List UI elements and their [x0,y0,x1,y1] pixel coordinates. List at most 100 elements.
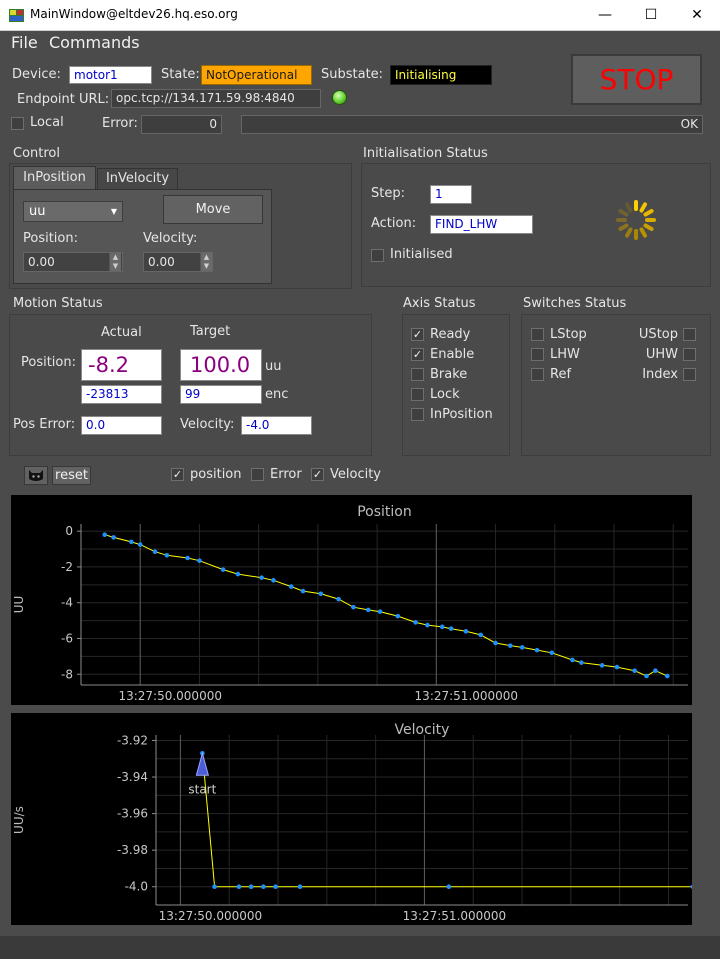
chart-pos-point [493,640,498,646]
chart-pos-ytick-label: -2 [61,560,73,574]
chart-pos-point [632,668,638,673]
local-checkbox[interactable] [11,117,24,130]
menu-file[interactable]: File [11,33,38,52]
move-button[interactable]: Move [163,195,263,224]
position-plot-checkbox[interactable]: ✓ [171,468,184,481]
menu-commands[interactable]: Commands [49,33,140,52]
pos-error-label: Pos Error: [13,417,76,432]
chart-vel-title: Velocity [395,722,450,738]
chart-pos-point [644,673,649,679]
endpoint-field[interactable]: opc.tcp://134.171.59.98:4840 [111,89,321,108]
position-spinbox[interactable]: 0.00 [23,252,123,272]
connection-led-icon [332,90,347,105]
unit-select[interactable]: uu ▼ [23,201,123,222]
step-label: Step: [371,186,405,201]
maximize-button[interactable]: ☐ [628,0,674,31]
chart-pos-point [664,673,670,679]
chart-pos-point [653,668,658,673]
chart-vel-point [273,884,278,890]
switch-checkbox-lhw [531,348,544,361]
actual-header: Actual [101,325,142,340]
chart-pos-title: Position [357,504,412,520]
error-code-field: 0 [141,115,222,134]
busy-spinner-icon [616,200,656,240]
tab-inposition[interactable]: InPosition [13,166,96,190]
chart-pos-point [300,588,306,594]
device-field[interactable]: motor1 [69,66,152,84]
stop-button[interactable]: STOP [571,54,702,105]
position-spin-arrows-icon[interactable]: ▲ ▼ [109,253,121,271]
velocity-plot-checkbox[interactable]: ✓ [311,468,324,481]
enc-unit-label: enc [265,387,289,402]
init-title: Initialisation Status [363,146,488,161]
target-position-field: 100.0 [180,349,262,381]
chart-vel-point [446,884,452,890]
velocity-label: Velocity: [143,231,198,246]
chart-pos-ytick-label: -6 [61,631,73,645]
chart-vel-ylabel: UU/s [12,806,26,834]
chart-pos-point [570,657,575,663]
chart-pos-xtick-label: 13:27:50.000000 [118,689,222,703]
chart-pos-point [549,650,555,656]
error-plot-checkbox[interactable] [251,468,264,481]
status-bar [0,936,720,959]
velocity-spin-arrows-icon[interactable]: ▲ ▼ [200,253,212,271]
chart-vel-ytick-label: -3.92 [117,733,148,747]
axis-label-lock: Lock [430,387,460,402]
chart-vel-xtick-label: 13:27:50.000000 [159,909,263,923]
substate-label: Substate: [321,67,384,82]
target-header: Target [190,324,231,339]
chart-vel-point [212,884,217,890]
chart-pos-point [413,620,418,625]
chart-pos-point [439,624,445,630]
axis-checkbox-lock [411,388,424,401]
chart-pos-point [220,567,226,572]
chart-pos-point [137,542,143,547]
actual-enc-field: -23813 [81,385,162,404]
chart-pos-point [318,591,324,597]
reset-button[interactable]: reset [52,466,91,485]
chart-pos-point [365,607,371,613]
tab-invelocity[interactable]: InVelocity [97,168,178,190]
cat-icon-button[interactable] [24,466,48,485]
actual-position-field: -8.2 [81,349,162,381]
motion-velocity-label: Velocity: [180,417,235,432]
axis-checkbox-brake [411,368,424,381]
local-label: Local [30,115,64,130]
position-chart[interactable]: Position UU 0 -2 -4 -6 -8 13:27:50.000000 13:27:… [11,495,692,705]
window-title: MainWindow@eltdev26.hq.eso.org [30,7,238,21]
chart-pos-ytick-label: 0 [65,524,73,538]
chart-pos-point [463,629,469,634]
state-field: NotOperational [201,65,312,85]
step-field: 1 [430,185,472,204]
chart-vel-start-marker-icon [195,751,210,776]
velocity-chart[interactable]: Velocity UU/s -3.92 -3.94 -3.96 -3.98 -4.0 13:2… [11,713,692,925]
close-button[interactable]: ✕ [674,0,720,31]
chevron-down-icon: ▼ [110,207,117,216]
substate-field: Initialising [390,65,492,85]
chart-vel-ytick-label: -3.96 [117,807,148,821]
pos-error-field: 0.0 [81,416,162,435]
chart-pos-ylabel: UU [12,596,26,614]
switch-label-ref: Ref [550,367,572,382]
chart-vel-ytick-label: -3.94 [117,770,148,784]
axis-checkbox-ready: ✓ [411,328,424,341]
minimize-button[interactable]: — [582,0,628,31]
chart-pos-point [336,596,341,602]
title-bar: MainWindow@eltdev26.hq.eso.org — ☐ ✕ [0,0,720,31]
chart-pos-point [377,609,383,614]
motion-velocity-field: -4.0 [241,416,312,435]
axis-title: Axis Status [403,296,476,311]
chart-pos-point [614,664,620,670]
chart-pos-point [534,647,540,653]
switch-checkbox-lstop [531,328,544,341]
switch-checkbox-ustop [683,328,696,341]
chart-vel-annotation: start [188,782,216,796]
chart-pos-point [519,645,525,650]
target-enc-field: 99 [180,385,262,404]
chart-pos-series-line [104,534,668,677]
cat-icon [29,470,43,481]
initialised-checkbox [371,249,384,262]
error-label: Error: [102,116,138,131]
switch-checkbox-index [683,368,696,381]
